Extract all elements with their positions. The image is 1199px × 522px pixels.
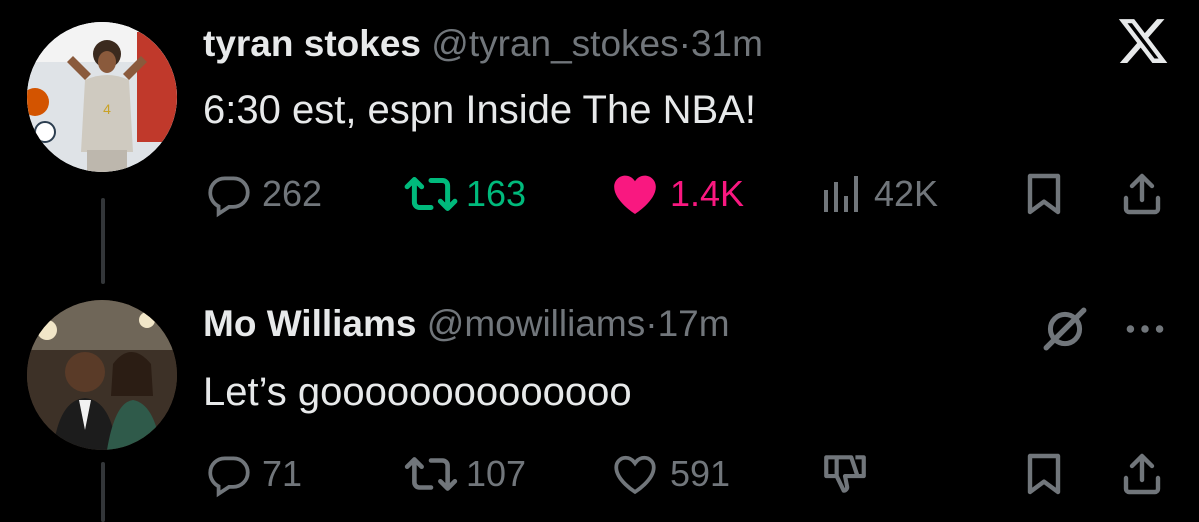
tweet-actions: 71 107 591 (200, 448, 1180, 500)
like-button[interactable]: 591 (608, 448, 730, 500)
heart-icon (608, 169, 662, 219)
views-button[interactable]: 42K (818, 168, 938, 220)
reply-button[interactable]: 262 (204, 168, 322, 220)
tweet-header: Mo Williams @mowilliams·17m (203, 302, 730, 346)
share-button[interactable] (1118, 168, 1166, 220)
grok-icon (1040, 307, 1090, 358)
downvote-button[interactable] (818, 448, 872, 500)
retweet-count: 107 (466, 453, 527, 494)
reply-icon (204, 169, 254, 219)
tweet-1[interactable]: 4 tyran stokes @tyran_stokes·31m 6:30 es… (0, 0, 1199, 290)
like-count: 591 (670, 453, 731, 494)
user-handle[interactable]: @mowilliams (427, 303, 645, 344)
separator: · (678, 23, 691, 64)
reply-button[interactable]: 71 (204, 448, 302, 500)
bookmark-button[interactable] (1020, 448, 1068, 500)
share-icon (1118, 169, 1166, 219)
retweet-button[interactable]: 107 (404, 448, 526, 500)
tweet-text: Let’s goooooooooooooo (203, 370, 632, 414)
more-icon (1120, 325, 1170, 358)
bookmark-button[interactable] (1020, 168, 1068, 220)
tweet-header: tyran stokes @tyran_stokes·31m (203, 22, 763, 66)
more-button[interactable] (1120, 304, 1170, 354)
downvote-icon (818, 449, 872, 499)
reply-count: 262 (262, 173, 323, 214)
tweet-text: 6:30 est, espn Inside The NBA! (203, 88, 756, 132)
timestamp[interactable]: 17m (658, 303, 730, 344)
svg-text:4: 4 (103, 101, 111, 117)
timestamp[interactable]: 31m (691, 23, 763, 64)
reply-count: 71 (262, 453, 303, 494)
reply-icon (204, 449, 254, 499)
thread-line (101, 198, 105, 284)
retweet-icon (404, 169, 458, 219)
avatar[interactable] (27, 300, 177, 450)
retweet-button[interactable]: 163 (404, 168, 526, 220)
like-button[interactable]: 1.4K (608, 168, 744, 220)
thread-line (101, 462, 105, 522)
tweet-actions: 262 163 1.4K 42K (200, 168, 1180, 220)
bookmark-icon (1020, 449, 1068, 499)
grok-button[interactable] (1040, 304, 1090, 354)
views-icon (818, 169, 866, 219)
share-icon (1118, 449, 1166, 499)
avatar[interactable]: 4 (27, 22, 177, 172)
retweet-icon (404, 449, 458, 499)
bookmark-icon (1020, 169, 1068, 219)
retweet-count: 163 (466, 173, 527, 214)
separator: · (645, 303, 658, 344)
share-button[interactable] (1118, 448, 1166, 500)
tweet-2[interactable]: Mo Williams @mowilliams·17m Let’s gooooo… (0, 290, 1199, 522)
view-count: 42K (874, 173, 939, 214)
display-name[interactable]: tyran stokes (203, 23, 421, 64)
like-count: 1.4K (670, 173, 745, 214)
heart-icon (608, 449, 662, 499)
display-name[interactable]: Mo Williams (203, 303, 416, 344)
user-handle[interactable]: @tyran_stokes (431, 23, 678, 64)
